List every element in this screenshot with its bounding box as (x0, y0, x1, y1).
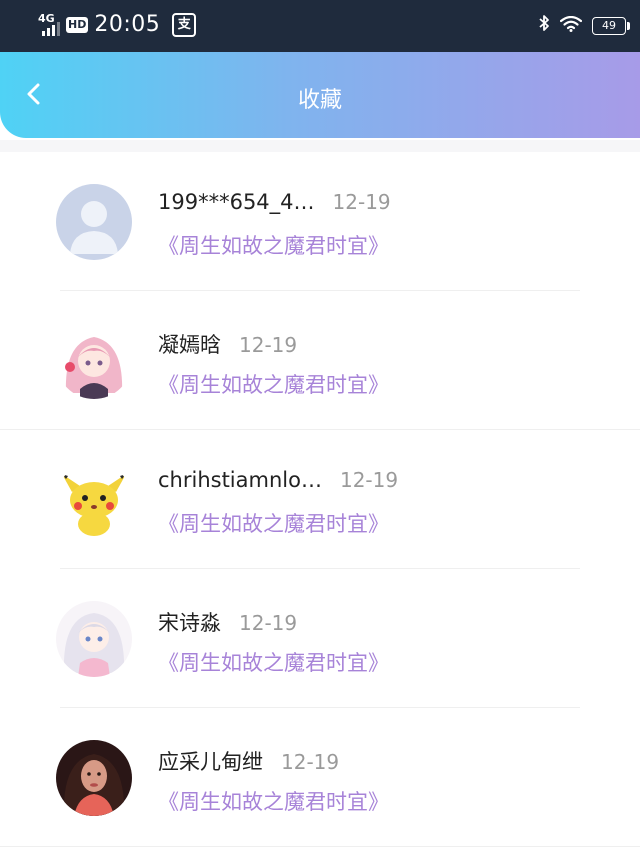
user-name: 宋诗淼 (158, 611, 221, 635)
signal-icon: 4G (38, 13, 60, 36)
book-title-link[interactable]: 《周生如故之魔君时宜》 (158, 647, 389, 677)
book-title-link[interactable]: 《周生如故之魔君时宜》 (158, 369, 389, 399)
header-spacer (0, 140, 640, 152)
user-name: 199***654_4… (158, 190, 315, 214)
user-name: 凝嫣晗 (158, 333, 221, 357)
page-title: 收藏 (297, 88, 342, 113)
anime-girl-avatar[interactable] (56, 323, 132, 399)
favorite-date: 12-19 (281, 750, 340, 774)
wifi-icon (559, 15, 583, 36)
favorite-date: 12-19 (332, 190, 391, 214)
user-name: chrihstiamnlo… (158, 468, 322, 492)
favorite-date: 12-19 (339, 468, 399, 492)
list-item[interactable]: 宋诗淼 12-19 《周生如故之魔君时宜》 (0, 569, 640, 708)
battery-icon: 49 (592, 16, 630, 35)
default-avatar[interactable] (56, 184, 132, 260)
list-item[interactable]: 应采儿甸绁 12-19 《周生如故之魔君时宜》 (0, 708, 640, 847)
hd-icon: HD (66, 16, 89, 33)
status-time: 20:05 (94, 12, 161, 37)
user-name: 应采儿甸绁 (158, 750, 263, 774)
favorite-date: 12-19 (239, 333, 298, 357)
favorite-date: 12-19 (239, 611, 298, 635)
alipay-icon: 支 (172, 12, 197, 37)
status-bar: 4G HD 20:05 支 49 (0, 0, 640, 52)
page-header: 收藏 (0, 52, 640, 138)
list-item[interactable]: 凝嫣晗 12-19 《周生如故之魔君时宜》 (0, 291, 640, 430)
book-title-link[interactable]: 《周生如故之魔君时宜》 (158, 508, 389, 538)
list-item[interactable]: chrihstiamnlo… 12-19 《周生如故之魔君时宜》 (0, 430, 640, 569)
photo-avatar[interactable] (56, 740, 132, 816)
list-item[interactable]: 199***654_4… 12-19 《周生如故之魔君时宜》 (0, 152, 640, 291)
pikachu-avatar[interactable] (56, 462, 132, 538)
anime-girl-avatar[interactable] (56, 601, 132, 677)
book-title-link[interactable]: 《周生如故之魔君时宜》 (158, 230, 389, 260)
favorites-list: 199***654_4… 12-19 《周生如故之魔君时宜》 凝嫣晗 12-19… (0, 152, 640, 847)
bluetooth-icon (538, 14, 550, 37)
book-title-link[interactable]: 《周生如故之魔君时宜》 (158, 786, 389, 816)
